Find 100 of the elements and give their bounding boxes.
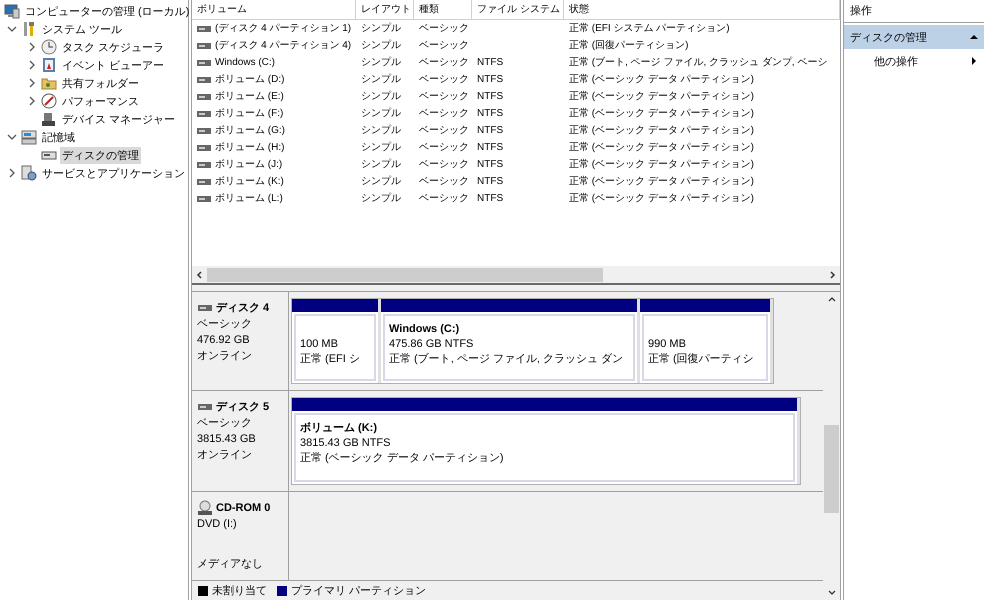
disk-status: オンライン: [197, 349, 253, 364]
gauge-icon: [41, 93, 57, 109]
disk-type: DVD (I:): [197, 517, 238, 532]
table-cell: ベーシック: [419, 176, 469, 187]
event-log-icon: [41, 57, 57, 73]
table-cell: ベーシック: [419, 142, 469, 153]
services-icon: [21, 165, 37, 181]
table-cell: シンプル: [361, 125, 401, 136]
action-menu-item[interactable]: 他の操作: [844, 49, 984, 73]
column-header[interactable]: 状態: [564, 0, 840, 20]
partition-size: 990 MB: [648, 337, 687, 352]
disk-type: ベーシック: [197, 416, 253, 431]
disk-status: オンライン: [197, 448, 253, 463]
action-section-header[interactable]: ディスクの管理: [844, 25, 984, 49]
disk-type: ベーシック: [197, 317, 253, 332]
partition-size: 475.86 GB NTFS: [389, 337, 474, 352]
partition-size: 100 MB: [300, 337, 339, 352]
disk-drive-icon: [196, 92, 212, 100]
table-cell-text: Windows (C:): [215, 56, 276, 70]
disk-drive-icon: [196, 126, 212, 134]
table-cell: ベーシック: [419, 40, 469, 51]
table-cell: NTFS: [477, 142, 504, 153]
partition-status: 正常 (ベーシック データ パーティション): [300, 451, 504, 466]
disk-size: 3815.43 GB: [197, 432, 257, 447]
table-cell-text: ボリューム (K:): [215, 175, 284, 189]
table-cell: 正常 (ベーシック データ パーティション): [569, 108, 754, 119]
table-cell: ベーシック: [419, 57, 469, 68]
tree-item[interactable]: コンピューターの管理 (ローカル): [23, 2, 192, 20]
disk-drive-icon: [196, 160, 212, 168]
table-cell-text: (ディスク 4 パーティション 1): [215, 22, 352, 36]
partition-status: 正常 (回復パーティシ: [648, 352, 755, 367]
tree-item[interactable]: サービスとアプリケーション: [40, 164, 187, 182]
device-icon: [41, 111, 57, 127]
submenu-arrow-icon: [970, 57, 978, 65]
partition-status: 正常 (ブート, ページ ファイル, クラッシュ ダン: [389, 352, 624, 367]
scrollbar-thumb[interactable]: [207, 268, 603, 282]
tree-item[interactable]: パフォーマンス: [60, 92, 141, 110]
collapse-triangle-icon[interactable]: [970, 33, 978, 41]
tree-item[interactable]: システム ツール: [40, 20, 124, 38]
tree-item[interactable]: タスク スケジューラ: [60, 38, 166, 56]
table-cell-text: ボリューム (D:): [215, 73, 284, 87]
tree-item[interactable]: 共有フォルダー: [60, 74, 141, 92]
disk-drive-icon: [196, 194, 212, 202]
disk-drive-icon: [196, 178, 212, 186]
cd-drive-icon: [197, 500, 213, 516]
table-cell: 正常 (ベーシック データ パーティション): [569, 74, 754, 85]
tree-item[interactable]: 記憶域: [40, 128, 77, 146]
table-cell: シンプル: [361, 142, 401, 153]
table-cell: ベーシック: [419, 159, 469, 170]
tree-item[interactable]: デバイス マネージャー: [60, 110, 178, 128]
column-header[interactable]: ファイル システム: [472, 0, 564, 20]
table-cell: シンプル: [361, 23, 401, 34]
table-cell: NTFS: [477, 176, 504, 187]
table-cell: ベーシック: [419, 91, 469, 102]
table-cell: 正常 (ベーシック データ パーティション): [569, 142, 754, 153]
table-cell: 正常 (ベーシック データ パーティション): [569, 176, 754, 187]
legend-label: 未割り当て: [212, 584, 267, 598]
table-cell: 正常 (EFI システム パーティション): [569, 23, 730, 34]
tree-item[interactable]: イベント ビューアー: [60, 56, 166, 74]
disk-drive-icon: [197, 403, 213, 411]
partition-label: ボリューム (K:): [300, 421, 378, 436]
table-cell-text: ボリューム (H:): [215, 141, 284, 155]
table-cell: ベーシック: [419, 74, 469, 85]
table-cell-text: ボリューム (G:): [215, 124, 285, 138]
table-cell: 正常 (ベーシック データ パーティション): [569, 193, 754, 204]
table-cell: NTFS: [477, 74, 504, 85]
table-cell: ベーシック: [419, 193, 469, 204]
table-cell: ベーシック: [419, 125, 469, 136]
column-header[interactable]: レイアウト: [356, 0, 414, 20]
pane-title: 操作: [844, 0, 984, 23]
table-cell: 正常 (ブート, ページ ファイル, クラッシュ ダンプ, ベーシ: [569, 57, 828, 68]
tree-item[interactable]: ディスクの管理: [60, 146, 141, 164]
table-cell: NTFS: [477, 159, 504, 170]
disk-name: ディスク 5: [216, 400, 270, 415]
disk-status: メディアなし: [197, 557, 264, 572]
table-cell-text: (ディスク 4 パーティション 4): [215, 39, 352, 53]
table-cell: 正常 (ベーシック データ パーティション): [569, 91, 754, 102]
table-cell: 正常 (回復パーティション): [569, 40, 688, 51]
pane-splitter[interactable]: [192, 283, 840, 292]
disk-size: 476.92 GB: [197, 333, 251, 348]
table-cell: NTFS: [477, 193, 504, 204]
disk-drive-icon: [197, 304, 213, 312]
table-cell-text: ボリューム (J:): [215, 158, 282, 172]
table-cell-text: ボリューム (F:): [215, 107, 284, 121]
partition-size: 3815.43 GB NTFS: [300, 436, 392, 451]
scrollbar-thumb[interactable]: [824, 425, 839, 513]
legend-label: プライマリ パーティション: [291, 584, 426, 598]
tools-icon: [21, 21, 37, 37]
table-cell: NTFS: [477, 108, 504, 119]
disk-drive-icon: [196, 144, 212, 152]
table-cell: NTFS: [477, 57, 504, 68]
disk-drive-icon: [196, 110, 212, 118]
disk-drive-icon: [196, 42, 212, 50]
table-cell-text: ボリューム (E:): [215, 90, 284, 104]
computer-icon: [4, 3, 20, 19]
table-cell: ベーシック: [419, 108, 469, 119]
column-header[interactable]: ボリューム: [192, 0, 356, 20]
table-cell: NTFS: [477, 91, 504, 102]
column-header[interactable]: 種類: [414, 0, 472, 20]
table-cell: シンプル: [361, 159, 401, 170]
